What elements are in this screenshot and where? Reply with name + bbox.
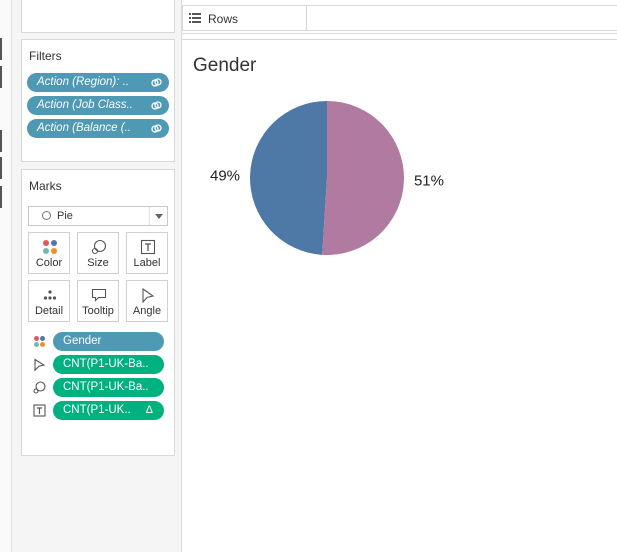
delta-icon: Δ bbox=[145, 404, 153, 416]
color-dots-icon bbox=[34, 336, 45, 347]
marks-shelf-row[interactable]: Gender bbox=[27, 332, 170, 351]
mark-type-dropdown[interactable]: Pie bbox=[28, 206, 168, 226]
filter-pill-label: Action (Region): .. bbox=[37, 76, 130, 88]
rows-bar: Rows bbox=[182, 0, 617, 34]
angle-icon bbox=[142, 287, 155, 303]
left-edge-strip bbox=[0, 0, 12, 552]
rows-label: Rows bbox=[208, 12, 239, 26]
link-icon bbox=[151, 124, 162, 133]
rows-shelf: Rows bbox=[182, 5, 307, 31]
pie-chart[interactable]: 49% 51% bbox=[182, 40, 617, 552]
pill-label: Gender bbox=[63, 335, 102, 347]
marks-shelf-row[interactable]: CNT(P1-UK-Ba.. bbox=[27, 355, 170, 374]
mark-type-label: Pie bbox=[57, 210, 73, 222]
pill-label: CNT(P1-UK.. bbox=[63, 404, 131, 416]
color-dots-icon bbox=[43, 240, 57, 254]
angle-icon bbox=[34, 358, 46, 371]
filter-pill[interactable]: Action (Balance (.. bbox=[27, 119, 169, 138]
side-panel: Filters Action (Region): .. Action (Job … bbox=[12, 0, 182, 552]
slice-label: 51% bbox=[414, 173, 444, 190]
angle-button[interactable]: Angle bbox=[126, 280, 168, 322]
marks-card: Marks Pie Color Size Label Detail Toolti… bbox=[21, 169, 175, 456]
size-button[interactable]: Size bbox=[77, 232, 119, 274]
filter-pill-label: Action (Balance (.. bbox=[37, 122, 131, 134]
label-button[interactable]: Label bbox=[126, 232, 168, 274]
cnt-angle-pill[interactable]: CNT(P1-UK-Ba.. bbox=[53, 355, 164, 374]
pie-icon bbox=[42, 211, 51, 220]
slice-label: 49% bbox=[210, 167, 240, 184]
tooltip-icon bbox=[91, 288, 107, 302]
link-icon bbox=[151, 101, 162, 110]
gender-pill[interactable]: Gender bbox=[53, 332, 164, 351]
tooltip-button[interactable]: Tooltip bbox=[77, 280, 119, 322]
marks-shelf-row[interactable]: CNT(P1-UK-Ba.. bbox=[27, 378, 170, 397]
pill-label: CNT(P1-UK-Ba.. bbox=[63, 358, 149, 370]
detail-icon bbox=[43, 290, 57, 300]
cnt-size-pill[interactable]: CNT(P1-UK-Ba.. bbox=[53, 378, 164, 397]
size-icon bbox=[33, 381, 46, 394]
rows-drop-area[interactable] bbox=[307, 5, 617, 31]
filter-pill-label: Action (Job Class.. bbox=[37, 99, 133, 111]
rows-icon bbox=[189, 13, 201, 23]
strip-marker bbox=[0, 157, 2, 179]
angle-button-label: Angle bbox=[132, 305, 162, 317]
size-icon bbox=[91, 239, 107, 255]
chevron-down-icon[interactable] bbox=[149, 207, 167, 225]
marks-title: Marks bbox=[29, 179, 62, 193]
pie-slice[interactable] bbox=[249, 101, 327, 255]
strip-marker bbox=[0, 38, 2, 60]
pages-card bbox=[21, 0, 175, 33]
label-icon bbox=[140, 239, 156, 255]
color-button-label: Color bbox=[35, 257, 63, 269]
viz-area: Gender 49% 51% bbox=[182, 39, 617, 552]
strip-marker bbox=[0, 130, 2, 152]
detail-button-label: Detail bbox=[34, 305, 64, 317]
strip-marker bbox=[0, 186, 2, 208]
cnt-label-pill[interactable]: CNT(P1-UK.. Δ bbox=[53, 401, 164, 420]
strip-marker bbox=[0, 66, 2, 88]
link-icon bbox=[151, 78, 162, 87]
filter-pill[interactable]: Action (Region): .. bbox=[27, 73, 169, 92]
pill-label: CNT(P1-UK-Ba.. bbox=[63, 381, 149, 393]
marks-shelf-row[interactable]: CNT(P1-UK.. Δ bbox=[27, 401, 170, 420]
filters-title: Filters bbox=[29, 49, 62, 63]
color-button[interactable]: Color bbox=[28, 232, 70, 274]
tooltip-button-label: Tooltip bbox=[82, 305, 114, 317]
detail-button[interactable]: Detail bbox=[28, 280, 70, 322]
filters-card: Filters Action (Region): .. Action (Job … bbox=[21, 39, 175, 162]
label-button-label: Label bbox=[133, 257, 161, 269]
label-icon bbox=[33, 404, 46, 417]
pie-slice[interactable] bbox=[322, 101, 404, 255]
size-button-label: Size bbox=[87, 257, 109, 269]
filter-pill[interactable]: Action (Job Class.. bbox=[27, 96, 169, 115]
